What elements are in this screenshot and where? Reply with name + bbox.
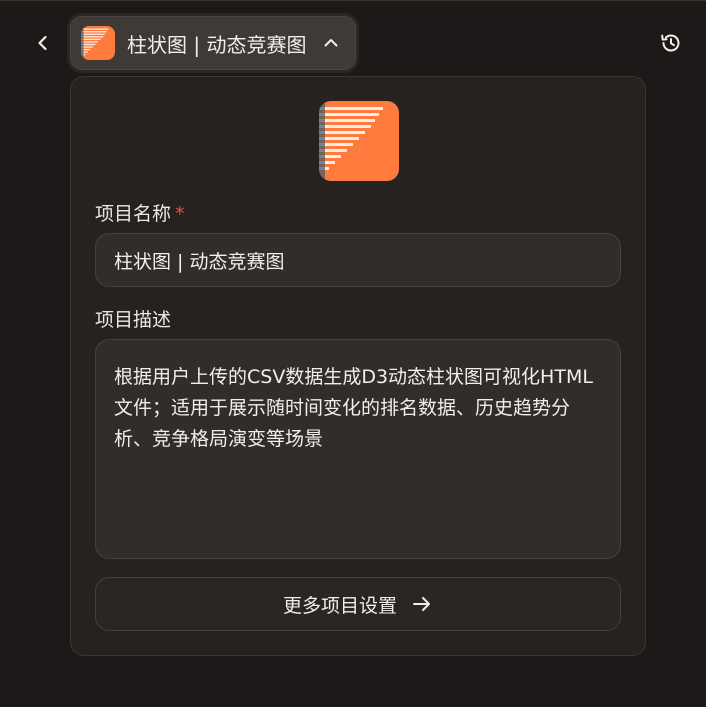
project-description-label: 项目描述 (95, 309, 172, 331)
chevron-up-icon (322, 34, 340, 52)
project-name-label: 项目名称 * (95, 199, 185, 226)
project-settings-panel: 项目名称 * 柱状图 | 动态竞赛图 项目描述 根据用户上传的CSV数据生成D3动… (70, 76, 646, 656)
history-button[interactable] (656, 28, 686, 58)
required-mark: * (175, 203, 185, 225)
chevron-left-icon (38, 35, 47, 51)
project-name-input[interactable]: 柱状图 | 动态竞赛图 (95, 233, 621, 287)
more-project-settings-button[interactable]: 更多项目设置 (95, 577, 621, 631)
history-icon (661, 34, 680, 52)
project-name-value: 柱状图 | 动态竞赛图 (114, 250, 285, 273)
project-avatar-icon[interactable] (319, 101, 399, 181)
bar-chart-race-icon (81, 26, 115, 60)
project-description-textarea[interactable]: 根据用户上传的CSV数据生成D3动态柱状图可视化HTML文件；适用于展示随时间变… (95, 339, 621, 559)
project-description-value: 根据用户上传的CSV数据生成D3动态柱状图可视化HTML文件；适用于展示随时间变… (114, 366, 593, 450)
project-name-label-text: 项目名称 (95, 203, 172, 225)
project-settings-screen: 柱状图 | 动态竞赛图 项目名称 * 柱状图 | 动态竞赛图 项目描述 根据用户… (0, 0, 706, 707)
top-divider (0, 0, 706, 1)
arrow-right-icon (411, 593, 433, 615)
back-button[interactable] (28, 28, 58, 58)
project-title: 柱状图 | 动态竞赛图 (127, 32, 307, 57)
project-title-dropdown[interactable]: 柱状图 | 动态竞赛图 (70, 16, 356, 70)
more-settings-label: 更多项目设置 (282, 594, 397, 617)
